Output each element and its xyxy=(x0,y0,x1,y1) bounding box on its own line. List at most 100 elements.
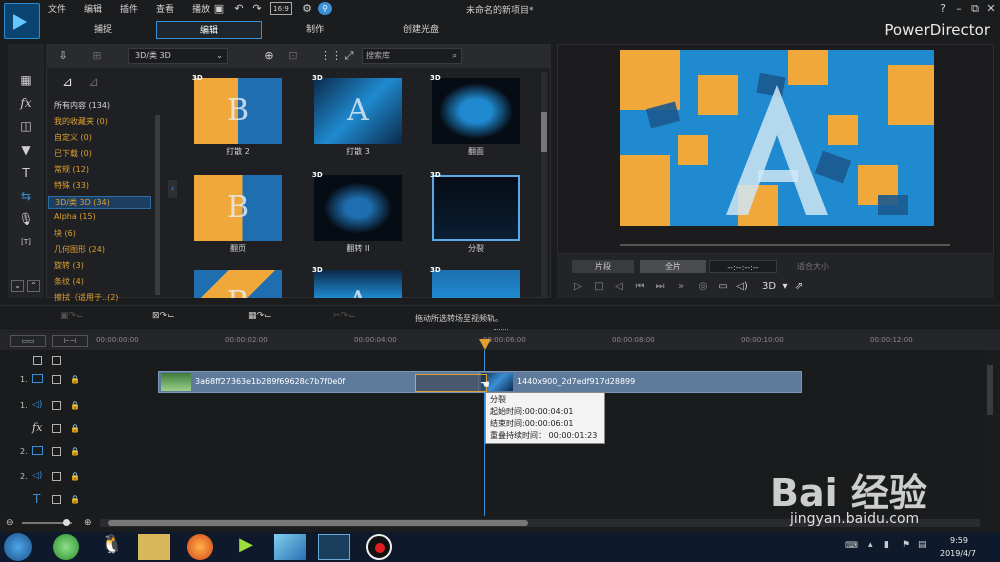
category-item[interactable]: 擦拭（适用于..(2) xyxy=(54,292,118,303)
particle-room-icon[interactable]: ▼ xyxy=(18,142,34,158)
subtitle-room-icon[interactable]: [T] xyxy=(18,234,34,250)
zoom-in-icon[interactable]: ⊕ xyxy=(84,518,92,528)
fit-timeline-icon[interactable]: ⊢⊣ xyxy=(52,335,88,347)
grid-scroll-thumb[interactable] xyxy=(541,112,547,152)
add-tag-icon[interactable]: ⊿ xyxy=(62,75,73,90)
transition-thumbnail[interactable] xyxy=(432,78,520,144)
zoom-slider-thumb[interactable] xyxy=(63,519,70,526)
expand-icon[interactable]: ⤢ xyxy=(342,49,356,62)
zoom-out-icon[interactable]: ⊖ xyxy=(6,518,14,528)
zoom-select[interactable]: 适合大小 xyxy=(785,260,841,273)
3d-dropdown-icon[interactable]: ▾ xyxy=(779,281,791,292)
transition-room-icon[interactable]: ⇆ xyxy=(18,188,34,204)
search-input[interactable]: 搜索库 ⌕ xyxy=(362,48,462,64)
timeline-vscroll[interactable] xyxy=(987,365,993,415)
upgrade-icon[interactable]: ⚲ xyxy=(318,2,332,15)
network-icon[interactable]: ▤ xyxy=(918,540,927,550)
search-icon[interactable]: ⌕ xyxy=(453,49,457,63)
notes-app-icon[interactable] xyxy=(274,534,306,560)
title-room-icon[interactable]: T xyxy=(18,165,34,181)
tab-capture[interactable]: 捕捉 xyxy=(50,21,156,39)
category-item[interactable]: Alpha (15) xyxy=(54,212,96,221)
undo-icon[interactable]: ↶ xyxy=(232,2,246,15)
transition-thumbnail[interactable]: B xyxy=(194,78,282,144)
track-enable-checkbox[interactable] xyxy=(52,472,61,481)
lock-icon[interactable]: 🔒 xyxy=(70,447,80,456)
transition-apply-icon[interactable]: ⊠↷⌙ xyxy=(152,311,204,323)
record-icon[interactable] xyxy=(366,534,392,560)
lock-icon[interactable]: 🔒 xyxy=(70,401,80,410)
help-button[interactable]: ? xyxy=(936,2,950,15)
tab-disc[interactable]: 创建光盘 xyxy=(368,21,474,39)
lock-icon[interactable]: 🔒 xyxy=(70,472,80,481)
maximize-button[interactable]: ⧉ xyxy=(968,2,982,15)
media-app-icon[interactable]: ▶ xyxy=(230,534,262,560)
transition-thumbnail[interactable]: A xyxy=(314,78,402,144)
aspect-ratio-icon[interactable]: 16:9 xyxy=(270,2,292,15)
audio-room-icon[interactable]: 🎙 xyxy=(18,211,34,227)
track-enable-checkbox[interactable] xyxy=(52,495,61,504)
stop-icon[interactable]: □ xyxy=(593,281,605,292)
transition-thumbnail[interactable] xyxy=(432,270,520,298)
close-button[interactable]: ✕ xyxy=(984,2,998,15)
collapse-icon[interactable]: ‹ xyxy=(168,180,177,198)
transition-thumbnail[interactable] xyxy=(432,175,520,241)
remove-tag-icon[interactable]: ⊿ xyxy=(88,75,99,90)
media-room-icon[interactable]: ▦ xyxy=(18,72,34,88)
menu-plugins[interactable]: 插件 xyxy=(120,2,138,15)
transition-thumbnail[interactable]: A xyxy=(314,270,402,298)
redo-icon[interactable]: ↷ xyxy=(250,2,264,15)
usb-icon[interactable]: ▮ xyxy=(884,540,889,550)
category-scrollbar[interactable] xyxy=(155,115,160,295)
flag-icon[interactable]: ⚑ xyxy=(902,540,910,550)
track-enable-checkbox[interactable] xyxy=(52,447,61,456)
category-item[interactable]: 我的收藏夹 (0) xyxy=(54,116,108,127)
category-item[interactable]: 3D/类 3D (34) xyxy=(48,196,151,209)
clip-mode-button[interactable]: 片段 xyxy=(572,260,634,273)
trim-tool-icon[interactable]: ▣↷⌙ xyxy=(60,311,104,323)
firefox-icon[interactable] xyxy=(187,534,213,560)
undock-icon[interactable]: ⇗ xyxy=(793,281,805,292)
grid-view-icon[interactable]: ⋮⋮ xyxy=(320,49,342,62)
track-enable-checkbox[interactable] xyxy=(52,401,61,410)
import-icon[interactable]: ⇩ xyxy=(56,49,70,62)
tab-edit[interactable]: 编辑 xyxy=(156,21,262,39)
prev-frame-icon[interactable]: ◁ xyxy=(613,281,625,292)
scroll-up-icon[interactable]: ⌃ xyxy=(27,280,40,292)
lock-icon[interactable]: 🔒 xyxy=(70,424,80,433)
play-icon[interactable]: ▷ xyxy=(572,281,584,292)
audio-mix-icon[interactable]: ▦↷⌙ xyxy=(248,311,298,323)
category-item[interactable]: 所有内容 (134) xyxy=(54,100,110,111)
category-item[interactable]: 常规 (12) xyxy=(54,164,89,175)
start-button[interactable] xyxy=(4,533,32,561)
tray-expand-icon[interactable]: ▴ xyxy=(868,540,873,550)
menu-edit[interactable]: 编辑 xyxy=(84,2,102,15)
fx-room-icon[interactable]: fx xyxy=(18,95,34,111)
add-to-timeline-icon[interactable]: ⊕ xyxy=(262,49,276,62)
fast-forward-icon[interactable]: » xyxy=(675,281,687,292)
category-item[interactable]: 块 (6) xyxy=(54,228,76,239)
explorer-icon[interactable] xyxy=(138,534,170,560)
360-app-icon[interactable] xyxy=(53,534,79,560)
powerdirector-task-icon[interactable] xyxy=(318,534,350,560)
category-item[interactable]: 已下载 (0) xyxy=(54,148,92,159)
minimize-button[interactable]: – xyxy=(952,2,966,15)
transition-overlap[interactable] xyxy=(415,374,487,392)
category-item[interactable]: 旋转 (3) xyxy=(54,260,84,271)
track-manager-icon[interactable]: ▭▭ xyxy=(10,335,46,347)
keyboard-icon[interactable]: ⌨ xyxy=(845,541,858,551)
snapshot-icon[interactable]: ◎ xyxy=(697,281,709,292)
display-icon[interactable]: ▭ xyxy=(717,281,729,292)
menu-file[interactable]: 文件 xyxy=(48,2,66,15)
tab-produce[interactable]: 制作 xyxy=(262,21,368,39)
settings-icon[interactable]: ⚙ xyxy=(300,2,314,15)
favorite-icon[interactable]: ⊡ xyxy=(286,49,300,62)
video-clip[interactable]: 1440x900_2d7edf917d28899 xyxy=(478,371,802,393)
category-item[interactable]: 特殊 (33) xyxy=(54,180,89,191)
movie-mode-button[interactable]: 全片 xyxy=(640,260,706,273)
grid-scrollbar[interactable] xyxy=(541,72,547,298)
next-icon[interactable]: ⏭ xyxy=(654,281,666,292)
all-tracks-toggle[interactable] xyxy=(33,356,42,365)
lock-icon[interactable]: 🔒 xyxy=(70,375,80,384)
track-enable-checkbox[interactable] xyxy=(52,375,61,384)
